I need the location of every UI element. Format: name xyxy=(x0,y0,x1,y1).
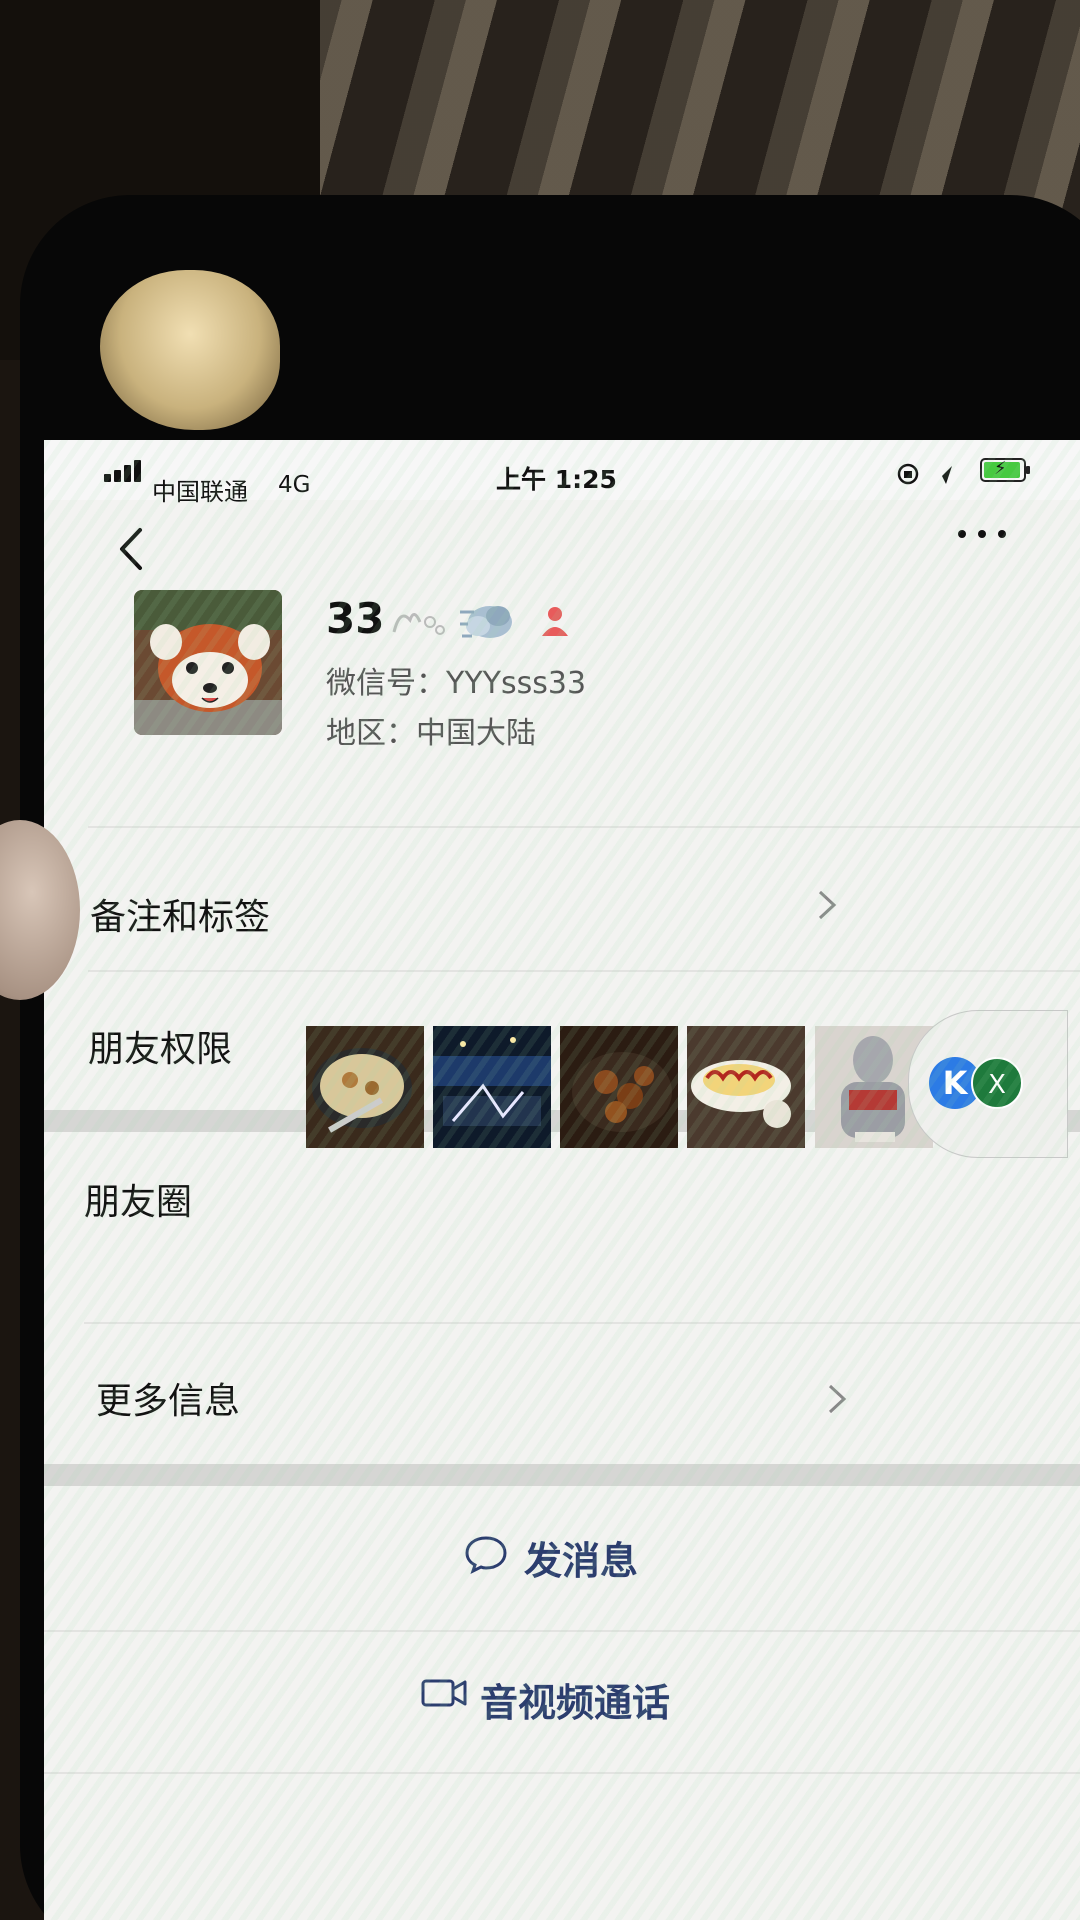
nav-header xyxy=(44,500,1080,580)
more-dots-icon[interactable] xyxy=(954,520,1014,550)
moments-photo-2[interactable] xyxy=(433,1026,551,1148)
floating-badge[interactable]: K X xyxy=(908,1010,1068,1158)
moments-photo-1[interactable] xyxy=(306,1026,424,1148)
female-user-icon xyxy=(542,607,568,636)
divider xyxy=(88,970,1080,972)
screen: 中国联通 4G 上午 1:25 ⚡ 33 微信号：YYYsss33 地区：中国大… xyxy=(44,440,1080,1920)
region: 地区：中国大陆 xyxy=(326,716,536,751)
divider xyxy=(88,826,1080,828)
chevron-right-icon xyxy=(818,890,837,920)
battery-icon: ⚡ xyxy=(980,458,1030,482)
status-bar: 中国联通 4G 上午 1:25 ⚡ xyxy=(44,440,1080,506)
moments-label[interactable]: 朋友圈 xyxy=(84,1173,192,1225)
wind-emoji-icon xyxy=(392,613,445,635)
remark-tags-label[interactable]: 备注和标签 xyxy=(90,888,270,940)
chevron-left-icon[interactable] xyxy=(112,524,152,574)
network-type: 4G xyxy=(278,472,311,498)
wechat-id: 微信号：YYYsss33 xyxy=(326,666,587,701)
moments-photo-3[interactable] xyxy=(560,1026,678,1148)
x-badge: X xyxy=(971,1057,1023,1109)
friend-permissions-label[interactable]: 朋友权限 xyxy=(88,1020,232,1072)
moments-photo-4[interactable] xyxy=(687,1026,805,1148)
dash-cloud-emoji-icon xyxy=(460,606,512,638)
nickname: 33 xyxy=(326,594,385,643)
profile-card: 33 微信号：YYYsss33 地区：中国大陆 xyxy=(44,580,1080,820)
status-time: 上午 1:25 xyxy=(496,465,617,494)
avatar[interactable] xyxy=(134,590,282,735)
rotation-lock-location-icon xyxy=(897,463,952,485)
